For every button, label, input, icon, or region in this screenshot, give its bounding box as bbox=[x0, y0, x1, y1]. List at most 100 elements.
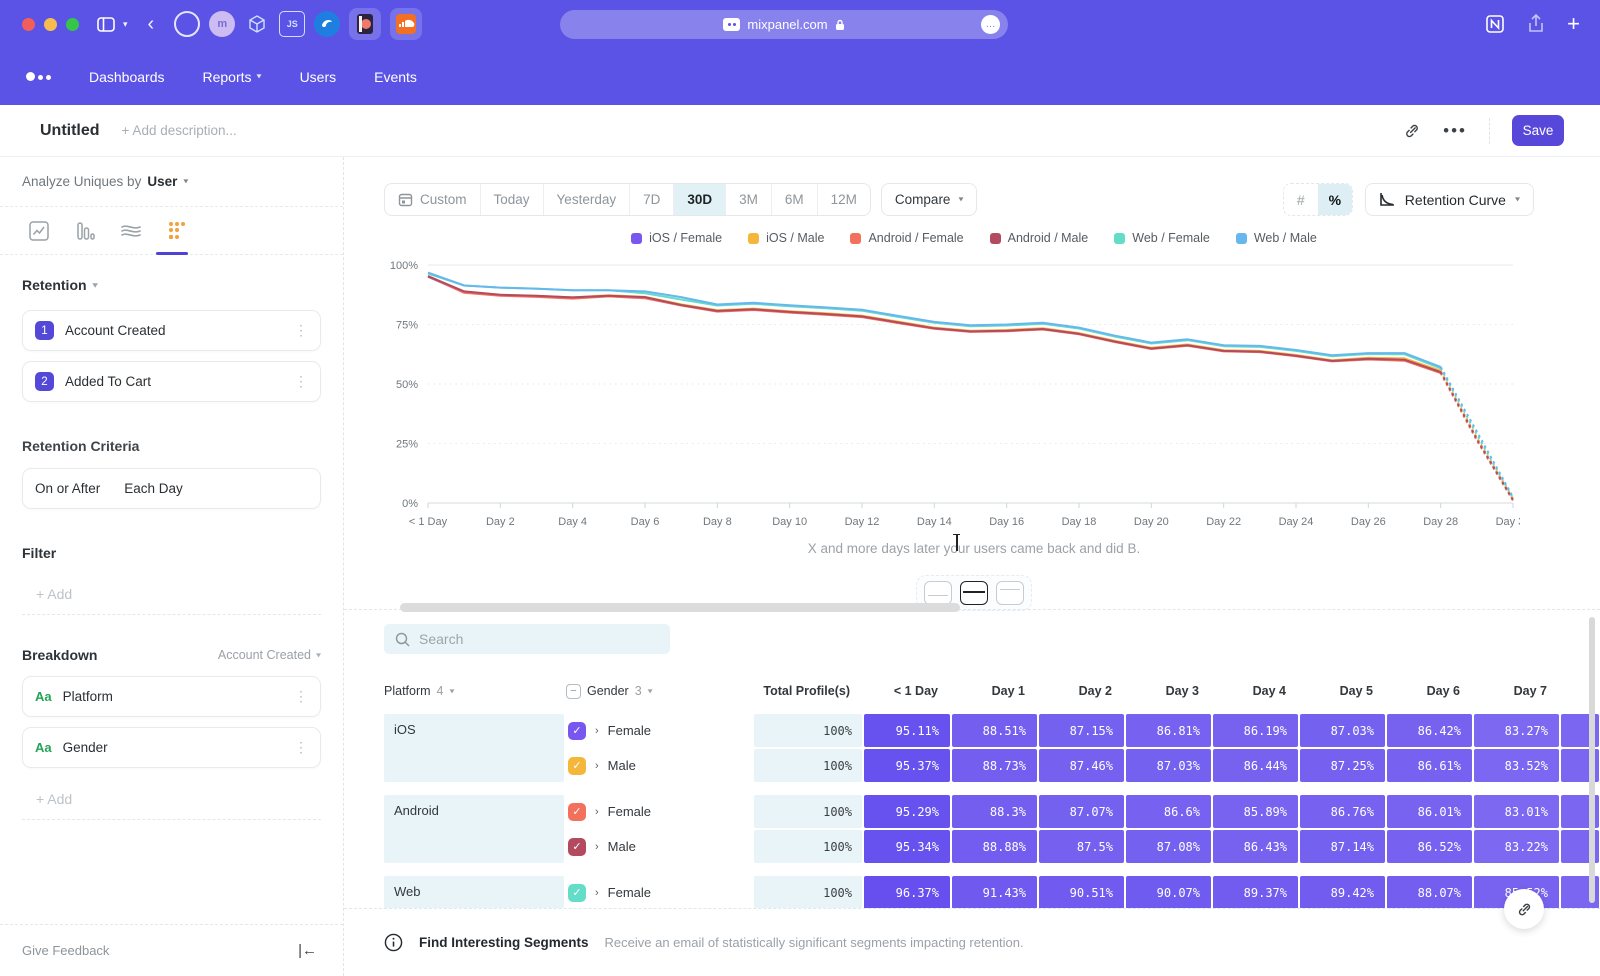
series-checkbox[interactable]: ✓ bbox=[568, 803, 586, 821]
breakdown-card-platform[interactable]: Aa Platform ⋮ bbox=[22, 676, 321, 717]
chart-type-selector[interactable]: Retention Curve▾ bbox=[1365, 183, 1534, 216]
retention-value-cell[interactable]: 88.88% bbox=[952, 830, 1037, 863]
app-icon-js[interactable]: JS bbox=[279, 11, 305, 37]
column-day[interactable]: Day 7 bbox=[1474, 684, 1559, 698]
sidebar-toggle-icon[interactable] bbox=[97, 17, 115, 32]
retention-value-cell[interactable]: 89.42% bbox=[1300, 876, 1385, 908]
expand-row-icon[interactable]: › bbox=[595, 841, 599, 853]
retention-value-cell[interactable]: 87.25% bbox=[1300, 749, 1385, 782]
gender-cell[interactable]: ✓›Male bbox=[566, 830, 752, 863]
retention-value-cell[interactable]: 86.01% bbox=[1387, 795, 1472, 828]
table-search-input[interactable]: Search bbox=[384, 624, 670, 654]
nav-users[interactable]: Users bbox=[300, 69, 337, 85]
expand-row-icon[interactable]: › bbox=[595, 760, 599, 772]
column-day[interactable]: Day 1 bbox=[952, 684, 1037, 698]
retention-value-cell[interactable]: 86.42% bbox=[1387, 714, 1472, 747]
breakdown-add-button[interactable]: + Add bbox=[22, 778, 321, 820]
legend-item[interactable]: iOS / Female bbox=[631, 231, 722, 245]
select-all-checkbox[interactable]: − bbox=[566, 684, 581, 699]
find-interesting-segments-label[interactable]: Find Interesting Segments bbox=[419, 935, 589, 950]
range-3m[interactable]: 3M bbox=[726, 184, 772, 215]
retention-value-cell[interactable]: 83.22% bbox=[1474, 830, 1559, 863]
gender-cell[interactable]: ✓›Female bbox=[566, 714, 752, 747]
criteria-mode[interactable]: On or After bbox=[35, 481, 100, 496]
retention-value-cell[interactable]: 89.37% bbox=[1213, 876, 1298, 908]
platform-cell[interactable]: Android bbox=[384, 795, 564, 863]
filter-add-button[interactable]: + Add bbox=[22, 573, 321, 615]
app-icon-cube[interactable] bbox=[244, 11, 270, 37]
platform-cell[interactable]: Web bbox=[384, 876, 564, 908]
step-card-added-to-cart[interactable]: 2 Added To Cart ⋮ bbox=[22, 361, 321, 402]
legend-item[interactable]: Web / Female bbox=[1114, 231, 1210, 245]
legend-item[interactable]: Web / Male bbox=[1236, 231, 1317, 245]
tab-insights[interactable] bbox=[26, 218, 52, 244]
save-button[interactable]: Save bbox=[1512, 115, 1564, 146]
retention-value-cell[interactable]: 88.07% bbox=[1387, 876, 1472, 908]
analyze-uniques-row[interactable]: Analyze Uniques by User ▾ bbox=[0, 157, 343, 207]
retention-value-cell[interactable]: 95.29% bbox=[864, 795, 950, 828]
retention-value-cell[interactable]: 87.07% bbox=[1039, 795, 1124, 828]
breakdown-label[interactable]: Gender bbox=[63, 740, 283, 755]
share-icon[interactable] bbox=[1527, 14, 1545, 34]
app-icon-reader[interactable] bbox=[349, 8, 381, 40]
retention-value-cell[interactable]: 90.07% bbox=[1126, 876, 1211, 908]
column-day[interactable]: Day 5 bbox=[1300, 684, 1385, 698]
breakdown-scope-selector[interactable]: Account Created▾ bbox=[218, 648, 321, 662]
nav-dashboards[interactable]: Dashboards bbox=[89, 69, 165, 85]
kebab-menu-icon[interactable]: ⋮ bbox=[294, 373, 308, 390]
compare-button[interactable]: Compare▾ bbox=[881, 183, 978, 216]
retention-value-cell[interactable]: 87.14% bbox=[1300, 830, 1385, 863]
retention-value-cell[interactable]: 95.34% bbox=[864, 830, 950, 863]
more-options-icon[interactable]: ••• bbox=[1443, 121, 1467, 141]
retention-value-cell[interactable]: 95.11% bbox=[864, 714, 950, 747]
retention-value-cell[interactable]: 95.37% bbox=[864, 749, 950, 782]
series-checkbox[interactable]: ✓ bbox=[568, 722, 586, 740]
retention-value-cell[interactable]: 87.5% bbox=[1039, 830, 1124, 863]
retention-value-cell[interactable]: 86.61% bbox=[1387, 749, 1472, 782]
app-icon-browser[interactable] bbox=[314, 11, 340, 37]
retention-value-cell[interactable]: 86.43% bbox=[1213, 830, 1298, 863]
absolute-format-button[interactable]: # bbox=[1284, 184, 1318, 215]
layout-split-button[interactable] bbox=[960, 581, 988, 605]
step-label[interactable]: Account Created bbox=[65, 323, 283, 338]
range-yesterday[interactable]: Yesterday bbox=[544, 184, 631, 215]
window-controls[interactable] bbox=[22, 18, 79, 31]
notion-icon[interactable] bbox=[1485, 14, 1505, 34]
expand-row-icon[interactable]: › bbox=[595, 725, 599, 737]
range-7d[interactable]: 7D bbox=[630, 184, 674, 215]
expand-row-icon[interactable]: › bbox=[595, 887, 599, 899]
zoom-window-button[interactable] bbox=[66, 18, 79, 31]
step-label[interactable]: Added To Cart bbox=[65, 374, 283, 389]
retention-value-cell[interactable]: 87.03% bbox=[1126, 749, 1211, 782]
collapse-sidebar-icon[interactable]: |← bbox=[298, 942, 317, 959]
kebab-menu-icon[interactable]: ⋮ bbox=[294, 322, 308, 339]
column-platform[interactable]: Platform 4 ▾ bbox=[384, 684, 564, 698]
add-description[interactable]: + Add description... bbox=[122, 123, 237, 138]
series-checkbox[interactable]: ✓ bbox=[568, 757, 586, 775]
breakdown-card-gender[interactable]: Aa Gender ⋮ bbox=[22, 727, 321, 768]
layout-chart-only-button[interactable] bbox=[924, 581, 952, 605]
retention-value-cell[interactable]: 86.81% bbox=[1126, 714, 1211, 747]
range-today[interactable]: Today bbox=[481, 184, 544, 215]
criteria-interval[interactable]: Each Day bbox=[124, 481, 308, 496]
retention-line-chart[interactable]: 0%25%50%75%100%< 1 DayDay 2Day 4Day 6Day… bbox=[368, 253, 1520, 543]
platform-cell[interactable]: iOS bbox=[384, 714, 564, 782]
close-window-button[interactable] bbox=[22, 18, 35, 31]
retention-value-cell[interactable]: 86.6% bbox=[1126, 795, 1211, 828]
share-link-fab[interactable] bbox=[1504, 889, 1544, 929]
range-custom[interactable]: Custom bbox=[385, 184, 481, 215]
kebab-menu-icon[interactable]: ⋮ bbox=[294, 739, 308, 756]
column-gender[interactable]: − Gender 3 ▾ bbox=[566, 684, 752, 699]
column-day[interactable]: Day 6 bbox=[1387, 684, 1472, 698]
layout-table-only-button[interactable] bbox=[996, 581, 1024, 605]
address-bar[interactable]: mixpanel.com … bbox=[560, 10, 1008, 39]
retention-value-cell[interactable]: 87.08% bbox=[1126, 830, 1211, 863]
legend-item[interactable]: Android / Female bbox=[850, 231, 963, 245]
gender-cell[interactable]: ✓›Female bbox=[566, 876, 752, 908]
report-title[interactable]: Untitled bbox=[40, 122, 100, 140]
expand-row-icon[interactable]: › bbox=[595, 806, 599, 818]
step-card-account-created[interactable]: 1 Account Created ⋮ bbox=[22, 310, 321, 351]
copy-link-icon[interactable] bbox=[1403, 122, 1421, 140]
gender-cell[interactable]: ✓›Male bbox=[566, 749, 752, 782]
app-icon-target[interactable] bbox=[174, 11, 200, 37]
